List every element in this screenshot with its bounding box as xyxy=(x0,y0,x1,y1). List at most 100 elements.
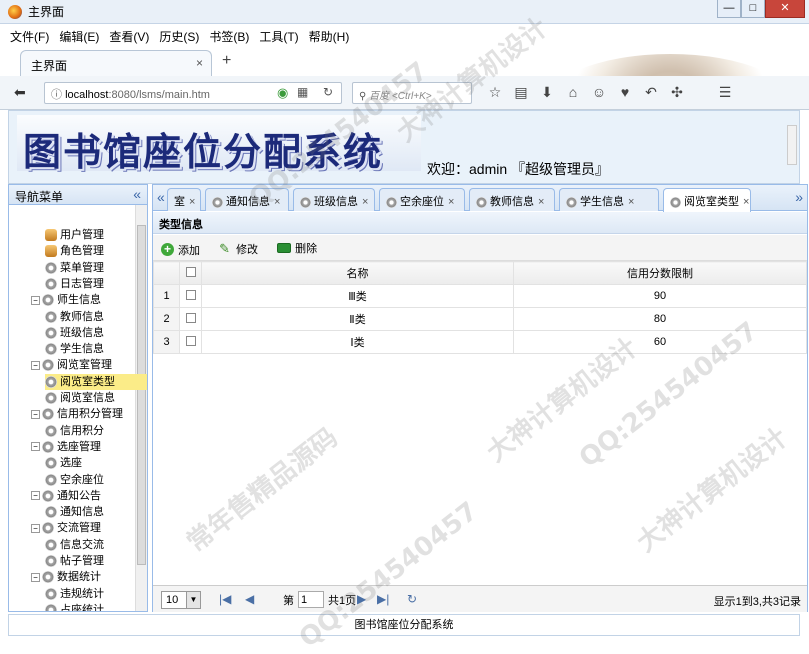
close-tab-icon[interactable]: × xyxy=(538,196,544,208)
sidebar-item[interactable]: − 选座管理 xyxy=(31,439,101,455)
sidebar-item[interactable]: 占座统计 xyxy=(45,602,104,611)
refresh-icon[interactable]: ↻ xyxy=(407,592,417,606)
download-icon[interactable]: ⬇ xyxy=(534,84,560,101)
menu-bookmarks[interactable]: 书签(B) xyxy=(209,28,249,45)
sidebar-item[interactable]: 班级信息 xyxy=(45,325,104,341)
content-tab[interactable]: 班级信息 × xyxy=(293,188,375,211)
browser-tab[interactable]: 主界面 × xyxy=(20,50,212,76)
qr-icon[interactable]: ▦ xyxy=(297,85,308,99)
next-page-icon[interactable]: ▶ xyxy=(357,592,366,606)
content-tab[interactable]: 通知信息 × xyxy=(205,188,289,211)
sidebar-item[interactable]: 角色管理 xyxy=(45,243,104,259)
content-tab[interactable]: 阅览室类型 × xyxy=(663,188,751,212)
sidebar-item[interactable]: 空余座位 xyxy=(45,472,104,488)
edit-button[interactable]: ✎ 修改 xyxy=(219,241,258,257)
page-number-input[interactable] xyxy=(298,591,324,608)
back-arrow-icon[interactable]: ⬅ xyxy=(14,84,26,101)
tree-toggle-icon[interactable]: − xyxy=(31,523,40,533)
sidebar-item[interactable]: 日志管理 xyxy=(45,276,104,292)
sidebar-item[interactable]: − 信用积分管理 xyxy=(31,406,123,422)
tree-toggle-icon[interactable]: − xyxy=(31,409,40,419)
tree-toggle-icon[interactable]: − xyxy=(31,295,40,305)
sidebar-item[interactable]: − 数据统计 xyxy=(31,569,101,585)
sidebar-item[interactable]: 阅览室类型 xyxy=(45,373,147,390)
limit-column-header[interactable]: 信用分数限制 xyxy=(513,261,807,285)
sidebar-item[interactable]: 阅览室信息 xyxy=(45,390,115,406)
sidebar-item[interactable]: − 交流管理 xyxy=(31,520,101,536)
close-window-button[interactable]: ✕ xyxy=(765,0,805,18)
limit-cell[interactable]: 90 xyxy=(513,284,807,308)
url-bar[interactable]: ⓘ localhost:8080/lsms/main.htm ◉ ▦ ↻ xyxy=(44,82,342,104)
last-page-icon[interactable]: ▶| xyxy=(377,592,389,606)
smiley-icon[interactable]: ☺ xyxy=(586,84,612,101)
menu-edit[interactable]: 编辑(E) xyxy=(59,28,99,45)
search-field[interactable]: ⚲ 百度 <Ctrl+K> xyxy=(352,82,472,104)
close-tab-icon[interactable]: × xyxy=(743,196,749,208)
collapse-sidebar-icon[interactable]: « xyxy=(133,186,141,202)
add-button[interactable]: + 添加 xyxy=(161,242,200,258)
close-tab-icon[interactable]: × xyxy=(196,56,203,70)
first-page-icon[interactable]: |◀ xyxy=(219,592,231,606)
sidebar-item[interactable]: − 师生信息 xyxy=(31,292,101,308)
content-tab[interactable]: 室 × xyxy=(167,188,201,211)
close-tab-icon[interactable]: × xyxy=(628,196,634,208)
home-icon[interactable]: ⌂ xyxy=(560,84,586,101)
maximize-button[interactable]: □ xyxy=(741,0,765,18)
name-cell[interactable]: Ⅱ类 xyxy=(201,307,514,331)
name-column-header[interactable]: 名称 xyxy=(201,261,514,285)
page-size-select[interactable]: 10 ▼ xyxy=(161,591,201,609)
sidebar-item[interactable]: 信用积分 xyxy=(45,423,104,439)
content-tab[interactable]: 空余座位 × xyxy=(379,188,465,211)
scroll-tabs-right-icon[interactable]: » xyxy=(795,189,803,205)
new-tab-button[interactable]: + xyxy=(222,52,231,70)
close-tab-icon[interactable]: × xyxy=(274,196,280,208)
undo-icon[interactable]: ↶ xyxy=(638,84,664,101)
limit-cell[interactable]: 60 xyxy=(513,330,807,354)
menu-history[interactable]: 历史(S) xyxy=(159,28,199,45)
close-tab-icon[interactable]: × xyxy=(448,196,454,208)
sidebar-item[interactable]: 选座 xyxy=(45,455,82,471)
sidebar-item[interactable]: 用户管理 xyxy=(45,227,104,243)
sidebar-item[interactable]: 信息交流 xyxy=(45,537,104,553)
sidebar-item[interactable]: 教师信息 xyxy=(45,309,104,325)
sidebar-item[interactable]: 违规统计 xyxy=(45,586,104,602)
row-checkbox[interactable] xyxy=(185,335,196,346)
table-row[interactable]: 2 Ⅱ类 80 xyxy=(153,307,807,331)
menu-help[interactable]: 帮助(H) xyxy=(309,28,350,45)
tree-scrollbar[interactable] xyxy=(135,205,147,611)
scroll-tabs-left-icon[interactable]: « xyxy=(157,189,165,205)
shield-icon[interactable]: ◉ xyxy=(277,85,288,101)
close-tab-icon[interactable]: × xyxy=(362,196,368,208)
content-tab[interactable]: 教师信息 × xyxy=(469,188,555,211)
prev-page-icon[interactable]: ◀ xyxy=(245,592,254,606)
tree-toggle-icon[interactable]: − xyxy=(31,491,40,501)
menu-hamburger-icon[interactable]: ☰ xyxy=(712,84,738,101)
sidebar-item[interactable]: 通知信息 xyxy=(45,504,104,520)
menu-view[interactable]: 查看(V) xyxy=(109,28,149,45)
reading-list-icon[interactable]: ▤ xyxy=(508,84,534,101)
sidebar-item[interactable]: − 阅览室管理 xyxy=(31,357,112,373)
tree-scroll-thumb[interactable] xyxy=(137,225,146,565)
menu-file[interactable]: 文件(F) xyxy=(10,28,49,45)
sidebar-item[interactable]: 菜单管理 xyxy=(45,260,104,276)
content-tab[interactable]: 学生信息 × xyxy=(559,188,659,211)
header-scrollbar[interactable] xyxy=(787,125,797,165)
reload-icon[interactable]: ↻ xyxy=(323,85,333,99)
name-cell[interactable]: Ⅲ类 xyxy=(201,284,514,308)
table-row[interactable]: 1 Ⅲ类 90 xyxy=(153,284,807,308)
name-cell[interactable]: Ⅰ类 xyxy=(201,330,514,354)
tree-toggle-icon[interactable]: − xyxy=(31,360,40,370)
tree-toggle-icon[interactable]: − xyxy=(31,442,40,452)
pocket-icon[interactable]: ♥ xyxy=(612,84,638,101)
extension-icon[interactable]: ✣ xyxy=(664,84,690,101)
sidebar-item[interactable]: 学生信息 xyxy=(45,341,104,357)
menu-tools[interactable]: 工具(T) xyxy=(259,28,298,45)
tree-toggle-icon[interactable]: − xyxy=(31,572,40,582)
close-tab-icon[interactable]: × xyxy=(189,196,195,208)
info-icon[interactable]: ⓘ xyxy=(51,89,65,101)
row-checkbox[interactable] xyxy=(185,289,196,300)
limit-cell[interactable]: 80 xyxy=(513,307,807,331)
select-all-checkbox[interactable] xyxy=(185,266,196,277)
sidebar-item[interactable]: 帖子管理 xyxy=(45,553,104,569)
delete-button[interactable]: 删除 xyxy=(277,240,317,256)
